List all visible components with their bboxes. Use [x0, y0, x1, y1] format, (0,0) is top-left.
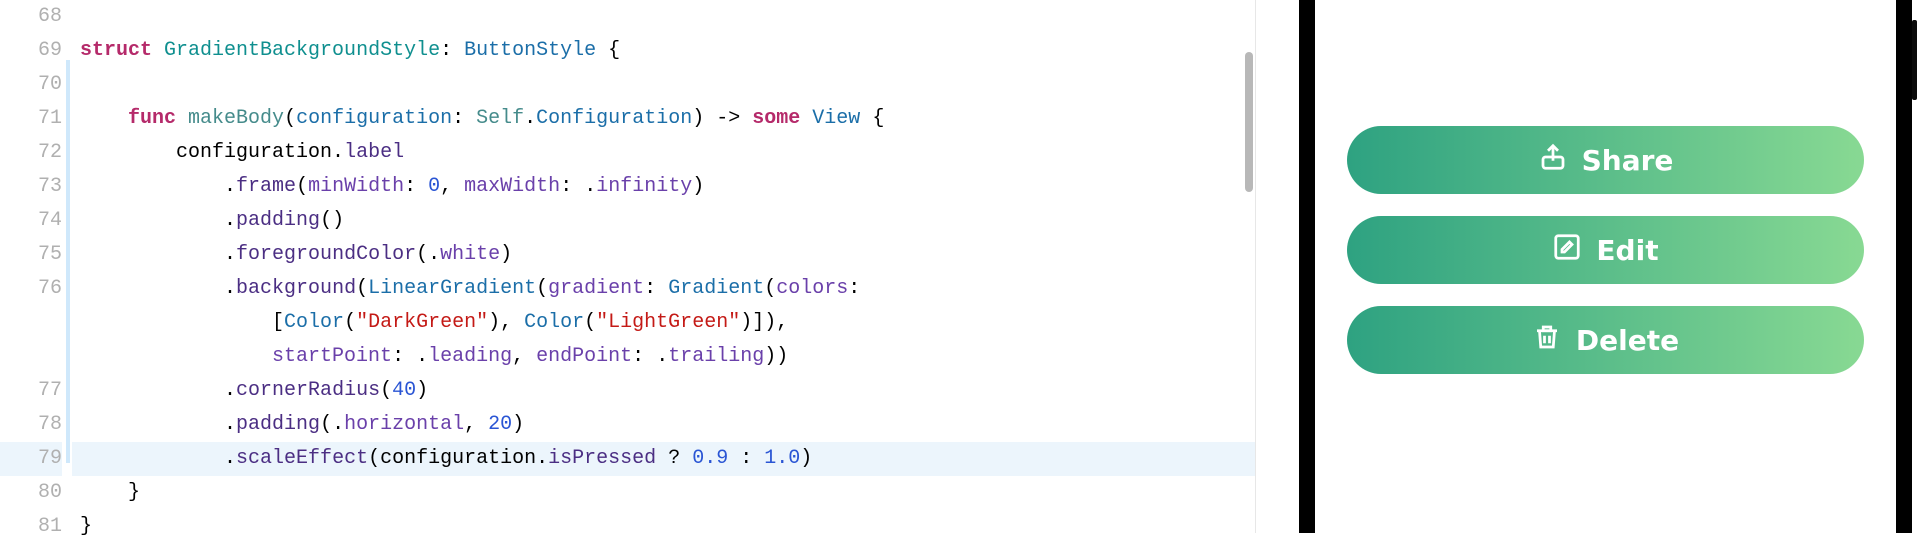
- arg-label: colors: [776, 277, 848, 300]
- number: 20: [488, 413, 512, 436]
- param-label: configuration: [296, 107, 452, 130]
- device-screen: Share Edit Delete: [1315, 0, 1896, 533]
- share-label: Share: [1582, 144, 1674, 177]
- code-line[interactable]: .cornerRadius(40): [72, 374, 1255, 408]
- identifier: configuration: [176, 141, 332, 164]
- number: 40: [392, 379, 416, 402]
- number: 0: [428, 175, 440, 198]
- modifier: cornerRadius: [236, 379, 380, 402]
- operator: :: [740, 447, 752, 470]
- button-stack: Share Edit Delete: [1315, 126, 1896, 374]
- code-line[interactable]: .padding(): [72, 204, 1255, 238]
- keyword-some: some: [752, 107, 800, 130]
- edit-button[interactable]: Edit: [1347, 216, 1864, 284]
- type-name: LinearGradient: [368, 277, 536, 300]
- keyword-struct: struct: [80, 39, 152, 62]
- line-number: 72: [0, 136, 62, 170]
- enum-case: leading: [428, 345, 512, 368]
- code-line[interactable]: func makeBody(configuration: Self.Config…: [72, 102, 1255, 136]
- line-number: 74: [0, 204, 62, 238]
- string-literal: "LightGreen": [596, 311, 740, 334]
- modifier: foregroundColor: [236, 243, 416, 266]
- line-number: 75: [0, 238, 62, 272]
- line-number: 73: [0, 170, 62, 204]
- arg-label: startPoint: [272, 345, 392, 368]
- string-literal: "DarkGreen": [356, 311, 488, 334]
- type-name: Color: [524, 311, 584, 334]
- code-line[interactable]: [Color("DarkGreen"), Color("LightGreen")…: [72, 306, 1255, 340]
- function-name: makeBody: [188, 107, 284, 130]
- property: label: [344, 141, 404, 164]
- line-number: 76: [0, 272, 62, 306]
- code-editor[interactable]: 68 69 70 71 72 73 74 75 76 77 78 79 80 8…: [0, 0, 1255, 533]
- edit-icon: [1552, 232, 1582, 269]
- operator: ?: [668, 447, 680, 470]
- share-button[interactable]: Share: [1347, 126, 1864, 194]
- protocol-name: ButtonStyle: [464, 39, 596, 62]
- line-number: 68: [0, 0, 62, 34]
- delete-icon: [1532, 322, 1562, 359]
- keyword-func: func: [128, 107, 176, 130]
- scrollbar-thumb[interactable]: [1245, 52, 1253, 192]
- line-number: 80: [0, 476, 62, 510]
- line-number: 77: [0, 374, 62, 408]
- enum-case: white: [440, 243, 500, 266]
- arg-label: gradient: [548, 277, 644, 300]
- number: 0.9: [692, 447, 728, 470]
- enum-case: trailing: [668, 345, 764, 368]
- line-number: 81: [0, 510, 62, 544]
- code-line[interactable]: [72, 0, 1255, 34]
- property: isPressed: [548, 447, 656, 470]
- modifier: frame: [236, 175, 296, 198]
- delete-button[interactable]: Delete: [1347, 306, 1864, 374]
- preview-canvas: Share Edit Delete: [1279, 0, 1920, 533]
- code-line[interactable]: .background(LinearGradient(gradient: Gra…: [72, 272, 1255, 306]
- line-number: 78: [0, 408, 62, 442]
- identifier: configuration: [380, 447, 536, 470]
- enum-case: infinity: [596, 175, 692, 198]
- view-type: View: [812, 107, 860, 130]
- type-name: Color: [284, 311, 344, 334]
- delete-label: Delete: [1576, 324, 1679, 357]
- arg-label: minWidth: [308, 175, 404, 198]
- code-line[interactable]: .scaleEffect(configuration.isPressed ? 0…: [72, 442, 1255, 476]
- pane-divider[interactable]: [1255, 0, 1279, 533]
- arg-label: endPoint: [536, 345, 632, 368]
- line-number: 70: [0, 68, 62, 102]
- code-line[interactable]: .foregroundColor(.white): [72, 238, 1255, 272]
- enum-case: horizontal: [344, 413, 464, 436]
- code-line[interactable]: struct GradientBackgroundStyle: ButtonSt…: [72, 34, 1255, 68]
- line-number: 71: [0, 102, 62, 136]
- modifier: background: [236, 277, 356, 300]
- self-type: Self: [476, 107, 524, 130]
- code-line[interactable]: [72, 68, 1255, 102]
- type-name: Gradient: [668, 277, 764, 300]
- line-number: 69: [0, 34, 62, 68]
- code-line[interactable]: .padding(.horizontal, 20): [72, 408, 1255, 442]
- line-number: [0, 306, 62, 340]
- edit-label: Edit: [1596, 234, 1658, 267]
- code-line[interactable]: startPoint: .leading, endPoint: .trailin…: [72, 340, 1255, 374]
- device-side-button: [1912, 20, 1917, 100]
- code-area[interactable]: struct GradientBackgroundStyle: ButtonSt…: [72, 0, 1255, 533]
- type-name: GradientBackgroundStyle: [164, 39, 440, 62]
- modifier: padding: [236, 413, 320, 436]
- arrow: ->: [716, 107, 740, 130]
- code-line[interactable]: }: [72, 476, 1255, 510]
- modifier: padding: [236, 209, 320, 232]
- line-number: [0, 340, 62, 374]
- line-number-gutter: 68 69 70 71 72 73 74 75 76 77 78 79 80 8…: [0, 0, 72, 533]
- code-line[interactable]: .frame(minWidth: 0, maxWidth: .infinity): [72, 170, 1255, 204]
- code-line[interactable]: }: [72, 510, 1255, 544]
- arg-label: maxWidth: [464, 175, 560, 198]
- modifier: scaleEffect: [236, 447, 368, 470]
- share-icon: [1538, 142, 1568, 179]
- code-line[interactable]: configuration.label: [72, 136, 1255, 170]
- config-type: Configuration: [536, 107, 692, 130]
- line-number: 79: [0, 442, 62, 476]
- device-frame: Share Edit Delete: [1299, 0, 1912, 533]
- number: 1.0: [764, 447, 800, 470]
